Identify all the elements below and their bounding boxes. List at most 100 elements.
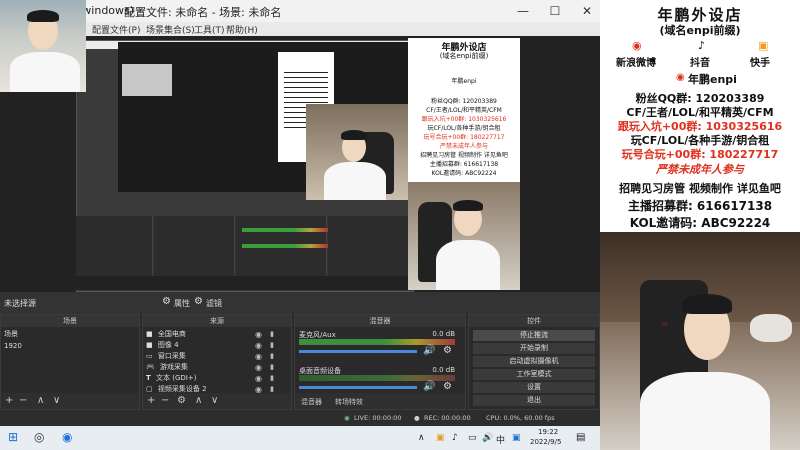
ime-indicator[interactable]: 中	[496, 433, 505, 446]
obs-app-icon[interactable]: ◎	[34, 430, 44, 444]
add-icon[interactable]: +	[147, 395, 155, 406]
tray-app-icon[interactable]: ▣	[436, 433, 445, 443]
windows-start-icon[interactable]: ⊞	[8, 430, 18, 444]
menu-scene-collection[interactable]: 场景集合(S)	[146, 23, 195, 36]
speaker-icon[interactable]: 🔊	[482, 433, 493, 443]
move-down-icon[interactable]: ∨	[53, 395, 60, 406]
gear-icon[interactable]: ⚙	[177, 395, 186, 406]
preview-ad-line: 严禁未成年人参与	[439, 143, 488, 150]
eye-icon[interactable]: ◉	[255, 351, 262, 362]
browser-app-icon[interactable]: ◉	[62, 430, 72, 444]
speaker-icon[interactable]: 🔊	[423, 345, 435, 356]
move-up-icon[interactable]: ∧	[195, 395, 202, 406]
scenes-title: 场景	[1, 315, 139, 327]
tray-chevron-icon[interactable]: ∧	[418, 433, 425, 443]
social-label: 新浪微博	[616, 58, 656, 69]
obs-titlebar: (windows) 配置文件: 未命名 - 场景: 未命名 — ☐ ✕	[0, 0, 600, 22]
source-icon: ▭	[146, 352, 153, 360]
volume-slider[interactable]	[299, 386, 417, 389]
start-recording-button[interactable]: 开始录制	[473, 343, 595, 354]
scene-item[interactable]: 1920	[4, 341, 22, 352]
source-item[interactable]: T 文本 (GDI+) ◉ ▮	[146, 373, 286, 384]
controls-title: 控件	[469, 315, 599, 327]
mixer-tabs: 混音器 转场特效	[295, 393, 465, 409]
no-source-label: 未选择源	[4, 299, 36, 308]
source-icon: ■	[146, 330, 153, 338]
studio-mode-button[interactable]: 工作室模式	[473, 369, 595, 380]
source-icon: T	[146, 374, 151, 382]
filter-icon[interactable]: ⚙	[194, 296, 203, 307]
ad-subtitle: (域名enpi前缀)	[659, 24, 741, 37]
scenes-footer: + − ∧ ∨	[1, 393, 139, 409]
source-item[interactable]: 🎮 游戏采集 ◉ ▮	[146, 362, 286, 373]
preview-ad-line: 粉丝QQ群: 120203389	[431, 98, 497, 105]
lock-icon[interactable]: ▮	[270, 362, 274, 373]
eye-icon[interactable]: ◉	[255, 340, 262, 351]
ime-mode-icon[interactable]: ▣	[512, 433, 521, 443]
tab-transitions[interactable]: 转场特效	[335, 397, 363, 407]
add-icon[interactable]: +	[5, 395, 13, 406]
scene-item[interactable]: 场景	[4, 329, 18, 340]
volume-slider[interactable]	[299, 350, 417, 353]
person-hair	[682, 294, 732, 314]
exit-button[interactable]: 退出	[473, 395, 595, 406]
cpu-status: CPU: 0.0%, 60.00 fps	[486, 414, 555, 422]
remove-icon[interactable]: −	[19, 395, 27, 406]
ad-brand: 年鹏enpi	[688, 73, 737, 86]
menu-tools[interactable]: 工具(T)	[194, 23, 225, 36]
move-up-icon[interactable]: ∧	[37, 395, 44, 406]
minimize-button[interactable]: —	[508, 2, 538, 20]
live-status: LIVE: 00:00:00	[354, 414, 402, 422]
remove-icon[interactable]: −	[161, 395, 169, 406]
person-body	[640, 372, 770, 450]
source-item[interactable]: ■ 全国电商 ◉ ▮	[146, 329, 286, 340]
maximize-button[interactable]: ☐	[540, 2, 570, 20]
preview-ad-line: 玩CF/LOL/各种手游/钥合租	[427, 125, 501, 132]
source-item[interactable]: ■ 图像 4 ◉ ▮	[146, 340, 286, 351]
eye-icon[interactable]: ◉	[255, 373, 262, 384]
live-indicator-icon: ◉	[344, 414, 350, 422]
filters-button[interactable]: 滤镜	[206, 298, 222, 309]
close-button[interactable]: ✕	[572, 2, 602, 20]
gear-icon[interactable]: ⚙	[443, 381, 452, 392]
preview-ad-subtitle: (域名enpi前缀)	[439, 52, 489, 60]
tiktok-icon: ♪	[698, 39, 706, 52]
virtual-camera-button[interactable]: 启动虚拟摄像机	[473, 356, 595, 367]
ad-panel: 年鹏外设店 (域名enpi前缀) ◉ 新浪微博 ♪ 抖音 ▣ 快手 ◉ 年鹏en…	[600, 0, 800, 232]
mic-icon[interactable]: ♪	[452, 433, 458, 443]
social-label: 快手	[750, 58, 770, 69]
source-item[interactable]: ▭ 窗口采集 ◉ ▮	[146, 351, 286, 362]
channel-db: 0.0 dB	[432, 366, 455, 374]
move-down-icon[interactable]: ∨	[211, 395, 218, 406]
gear-icon[interactable]: ⚙	[443, 345, 452, 356]
nested-meter-2	[242, 244, 328, 248]
stop-streaming-button[interactable]: 停止推流	[473, 330, 595, 341]
ad-line: 玩号合玩+00群: 180227717	[621, 148, 779, 161]
lock-icon[interactable]: ▮	[270, 373, 274, 384]
sources-dock: 来源 ■ 全国电商 ◉ ▮ ■ 图像 4 ◉ ▮ ▭ 窗口采集 ◉ ▮ 🎮 游戏采集 …	[142, 314, 292, 410]
settings-button[interactable]: 设置	[473, 382, 595, 393]
menu-profile[interactable]: 配置文件(P)	[92, 23, 140, 36]
lock-icon[interactable]: ▮	[270, 329, 274, 340]
mixer-dock: 混音器 麦克风/Aux 0.0 dB 🔊 ⚙ 桌面音频设备 0.0 dB 🔊 ⚙…	[294, 314, 466, 410]
eye-icon[interactable]: ◉	[255, 329, 262, 340]
properties-button[interactable]: 属性	[174, 298, 190, 309]
eye-icon[interactable]: ◉	[255, 362, 262, 373]
windows-taskbar: ⊞ ◎ ◉ ∧ ▣ ♪ ▭ 🔊 中 ▣ 19:22 2022/9/5 ▤	[0, 426, 600, 450]
clock-date[interactable]: 2022/9/5	[530, 438, 561, 446]
preview-webcam	[306, 104, 410, 200]
brand-icon: ◉	[676, 72, 685, 83]
gear-icon[interactable]: ⚙	[162, 296, 171, 307]
tab-mixer[interactable]: 混音器	[301, 397, 322, 407]
menu-help[interactable]: 帮助(H)	[226, 23, 258, 36]
ad-line: 严禁未成年人参与	[656, 163, 744, 176]
clock-time[interactable]: 19:22	[538, 428, 558, 436]
notification-icon[interactable]: ▤	[576, 432, 585, 443]
speaker-icon[interactable]: 🔊	[423, 381, 435, 392]
lock-icon[interactable]: ▮	[270, 351, 274, 362]
network-icon[interactable]: ▭	[468, 433, 477, 443]
kuaishou-icon: ▣	[758, 39, 769, 52]
preview-ad-brand: 年鹏enpi	[451, 78, 477, 85]
lock-icon[interactable]: ▮	[270, 340, 274, 351]
rec-status: REC: 00:00:00	[424, 414, 471, 422]
